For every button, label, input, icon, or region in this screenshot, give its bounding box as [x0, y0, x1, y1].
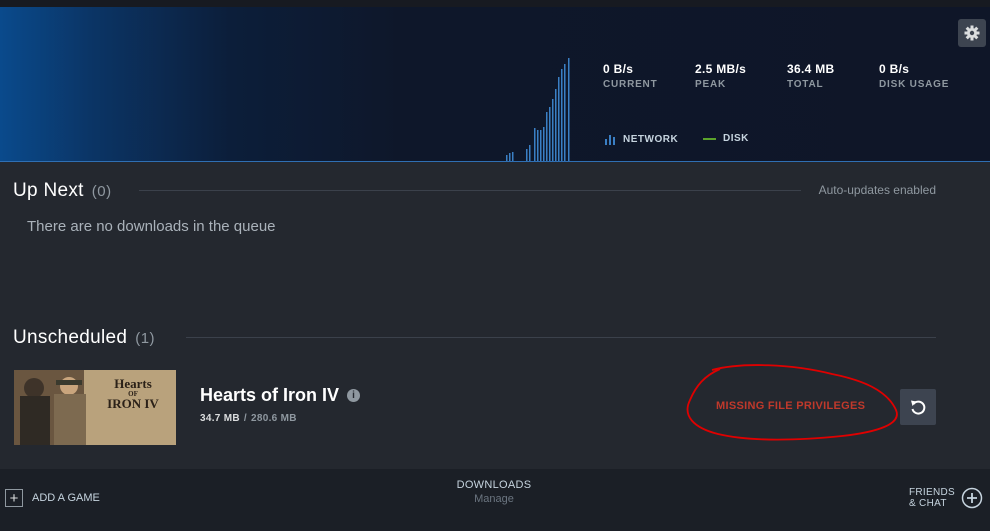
missing-file-privileges-status: MISSING FILE PRIVILEGES [716, 400, 866, 412]
auto-updates-status: Auto-updates enabled [818, 183, 936, 197]
game-title[interactable]: Hearts of Iron IV [200, 385, 339, 406]
gear-icon [964, 25, 980, 41]
stat-peak-value: 2.5 MB/s [695, 62, 747, 76]
legend-network-label: NETWORK [623, 133, 679, 145]
up-next-heading: Up Next (0) [13, 180, 112, 202]
stat-disk-usage: 0 B/s DISK USAGE [879, 62, 949, 90]
game-title-row: Hearts of Iron IV i [200, 385, 361, 406]
legend-disk-label: DISK [723, 133, 749, 144]
stat-total-value: 36.4 MB [787, 62, 835, 76]
downloads-manage-label: Manage [474, 493, 514, 505]
retry-button[interactable] [900, 389, 936, 425]
total-size: 280.6 MB [251, 413, 297, 424]
stat-current: 0 B/s CURRENT [603, 62, 658, 90]
unscheduled-count: (1) [135, 329, 156, 347]
downloaded-size: 34.7 MB [200, 413, 240, 424]
legend-disk: DISK [703, 133, 749, 144]
unscheduled-divider [186, 337, 936, 338]
game-thumbnail[interactable]: Hearts OF IRON IV [14, 370, 176, 445]
stat-peak-label: PEAK [695, 79, 726, 90]
title-strip [0, 0, 990, 7]
info-icon[interactable]: i [347, 389, 361, 402]
stat-total-label: TOTAL [787, 79, 824, 90]
stat-current-value: 0 B/s [603, 62, 634, 76]
network-bars-icon [605, 135, 615, 145]
up-next-divider [139, 190, 801, 191]
downloads-button[interactable]: DOWNLOADS Manage [444, 479, 544, 505]
stat-peak: 2.5 MB/s PEAK [695, 62, 746, 90]
chat-label: & CHAT [909, 498, 947, 509]
unscheduled-heading: Unscheduled (1) [13, 327, 155, 349]
up-next-count: (0) [91, 182, 112, 200]
add-game-button[interactable]: + ADD A GAME [5, 489, 100, 507]
game-logo-line-3: IRON IV [107, 396, 159, 411]
empty-queue-message: There are no downloads in the queue [27, 218, 276, 235]
stat-total: 36.4 MB TOTAL [787, 62, 834, 90]
up-next-title: Up Next [13, 180, 84, 201]
download-size: 34.7 MB/ 280.6 MB [200, 413, 297, 424]
downloads-label: DOWNLOADS [456, 479, 532, 491]
download-graph-panel: 0 B/s CURRENT 2.5 MB/s PEAK 36.4 MB TOTA… [0, 7, 990, 162]
stat-disk-usage-value: 0 B/s [879, 62, 910, 76]
game-logo-line-1: Hearts [114, 376, 152, 391]
network-usage-graph [506, 58, 570, 161]
size-separator: / [243, 413, 247, 424]
retry-icon [911, 400, 926, 415]
game-logo: Hearts OF IRON IV [93, 376, 173, 411]
disk-line-icon [703, 137, 716, 140]
footer-bar: + ADD A GAME DOWNLOADS Manage FRIENDS & … [0, 469, 990, 531]
stat-disk-usage-label: DISK USAGE [879, 79, 950, 90]
friends-chat-label: FRIENDS & CHAT [909, 487, 955, 509]
stat-current-label: CURRENT [603, 79, 658, 90]
plus-icon: + [5, 489, 23, 507]
settings-button[interactable] [958, 19, 986, 47]
friends-label: FRIENDS [909, 487, 955, 498]
legend-network: NETWORK [604, 133, 678, 145]
add-game-label: ADD A GAME [32, 492, 100, 504]
friends-chat-button[interactable]: FRIENDS & CHAT [909, 487, 983, 509]
unscheduled-title: Unscheduled [13, 327, 128, 348]
chat-plus-icon [961, 487, 983, 509]
